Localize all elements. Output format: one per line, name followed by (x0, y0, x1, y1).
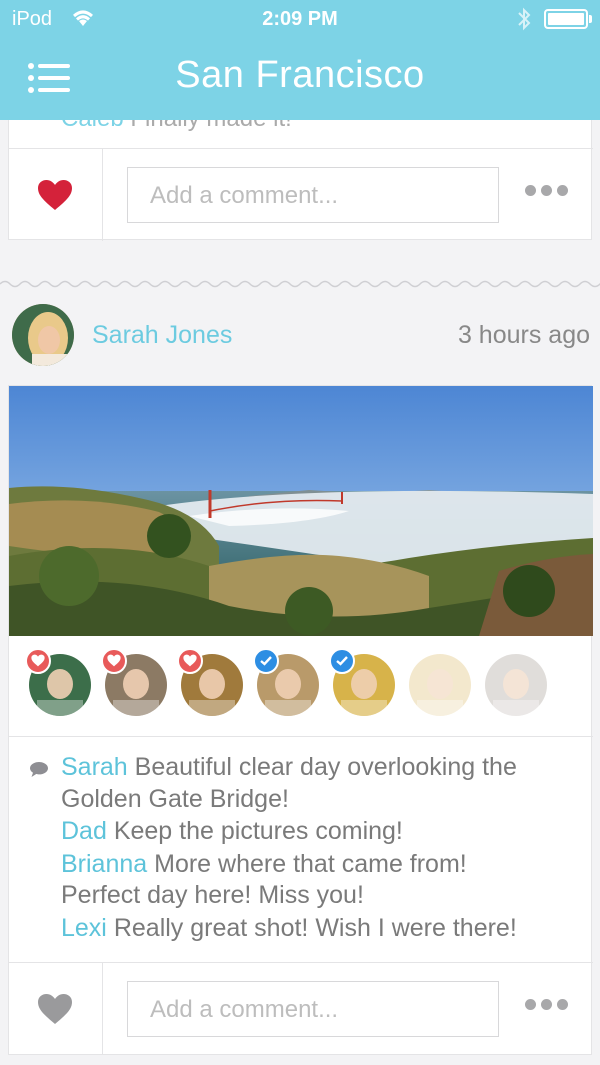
comment-text: Beautiful clear day overlooking the (134, 753, 517, 781)
dot (541, 185, 552, 196)
dot (541, 999, 552, 1010)
battery-nub (589, 15, 592, 23)
comment-input[interactable]: Add a comment... (127, 167, 499, 223)
bluetooth-icon (516, 6, 532, 38)
like-button[interactable] (9, 963, 103, 1055)
like-button[interactable] (9, 149, 103, 241)
comments-section: Sarah Beautiful clear day overlooking th… (9, 736, 593, 962)
heart-icon (38, 994, 72, 1024)
checked-in-badge-check-icon (329, 648, 355, 674)
comment-text: Keep the pictures coming! (113, 817, 403, 845)
comment-text: Perfect day here! Miss you! (61, 881, 364, 909)
comment-row: Lexi Really great shot! Wish I were ther… (61, 912, 581, 944)
comment-row: Perfect day here! Miss you! (61, 879, 581, 911)
page-title: San Francisco (175, 54, 425, 96)
post-timestamp: 3 hours ago (457, 321, 590, 349)
liker-avatar[interactable] (485, 654, 547, 716)
action-row: Add a comment... (9, 148, 593, 241)
comment-author[interactable]: Dad (61, 817, 107, 845)
liked-badge-heart-icon (101, 648, 127, 674)
dot (525, 185, 536, 196)
navigation-header: iPod 2:09 PM San Francisco (0, 0, 600, 120)
checked-in-badge-check-icon (253, 648, 279, 674)
author-avatar[interactable] (12, 304, 74, 366)
post-author-row: Sarah Jones 3 hours ago (0, 300, 600, 370)
likers-row (9, 636, 593, 736)
dot (557, 185, 568, 196)
liked-badge-heart-icon (177, 648, 203, 674)
comment-author[interactable]: Sarah (61, 753, 128, 781)
comment-bubble-icon (29, 761, 49, 784)
comment-input[interactable]: Add a comment... (127, 981, 499, 1037)
previous-post-card: Caleb Finally made it! Add a comment... (8, 100, 593, 241)
more-options-button[interactable] (525, 185, 569, 205)
dot (525, 999, 536, 1010)
dot (557, 999, 568, 1010)
comment-row: Brianna More where that came from! (61, 848, 581, 880)
comment-text: Really great shot! Wish I were there! (113, 914, 517, 942)
clock: 2:09 PM (262, 8, 338, 30)
post-photo[interactable] (9, 386, 593, 636)
battery-icon (544, 9, 588, 29)
liked-badge-heart-icon (25, 648, 51, 674)
comment-text: Golden Gate Bridge! (61, 785, 289, 813)
post-card: Sarah Beautiful clear day overlooking th… (8, 385, 593, 1055)
liker-avatar[interactable] (409, 654, 471, 716)
more-options-button[interactable] (525, 999, 569, 1019)
status-bar: iPod 2:09 PM (0, 0, 600, 40)
comment-row: Golden Gate Bridge! (61, 783, 581, 815)
comment-author[interactable]: Brianna (61, 850, 147, 878)
comment-text: More where that came from! (154, 850, 467, 878)
feed-divider (0, 280, 600, 288)
author-name[interactable]: Sarah Jones (92, 321, 232, 350)
comment-row: Sarah Beautiful clear day overlooking th… (61, 751, 581, 783)
comment-row: Dad Keep the pictures coming! (61, 815, 581, 847)
comment-author[interactable]: Lexi (61, 914, 107, 942)
heart-filled-icon (38, 180, 72, 210)
action-row: Add a comment... (9, 962, 593, 1055)
